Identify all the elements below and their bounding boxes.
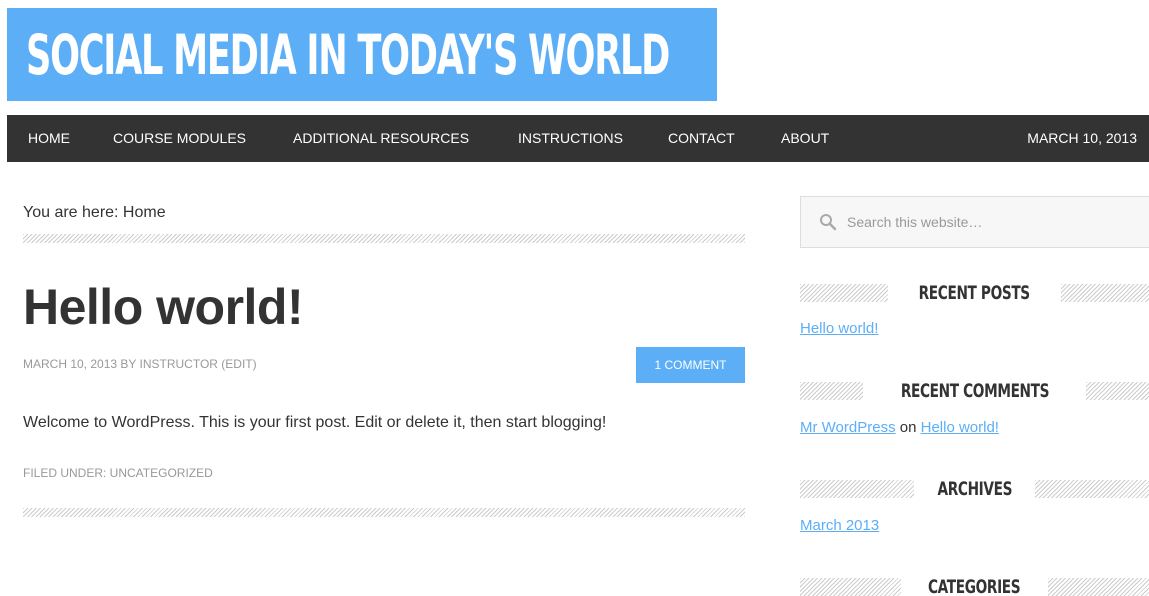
nav-item-additional-resources[interactable]: ADDITIONAL RESOURCES (293, 115, 469, 162)
widget-hatch (800, 284, 889, 302)
widget-title-categories: CATEGORIES (800, 575, 1149, 596)
widget-title-text: CATEGORIES (928, 576, 1021, 596)
comments-button[interactable]: 1 COMMENT (636, 347, 745, 383)
breadcrumb: You are here: Home (23, 204, 166, 221)
post-meta: MARCH 10, 2013 BY INSTRUCTOR (EDIT) (23, 357, 257, 371)
recent-post-link[interactable]: Hello world! (800, 320, 878, 337)
nav-item-about[interactable]: ABOUT (781, 115, 829, 162)
post-content: Welcome to WordPress. This is your first… (23, 414, 607, 431)
widget-title-text: RECENT POSTS (918, 282, 1031, 304)
recent-post-item: Hello world! (800, 320, 878, 337)
main-nav: HOME COURSE MODULES ADDITIONAL RESOURCES… (7, 115, 1149, 162)
comment-author-link[interactable]: Mr WordPress (800, 419, 896, 436)
nav-item-course-modules[interactable]: COURSE MODULES (113, 115, 246, 162)
post-categories: FILED UNDER: UNCATEGORIZED (23, 466, 213, 480)
widget-hatch (800, 480, 914, 498)
widget-hatch (1060, 284, 1149, 302)
widget-hatch (1035, 480, 1149, 498)
widget-title-archives: ARCHIVES (800, 477, 1149, 501)
search-input[interactable] (847, 197, 1137, 247)
nav-date: MARCH 10, 2013 (1027, 130, 1137, 146)
site-title-banner[interactable]: SOCIAL MEDIA IN TODAY'S WORLD (7, 8, 717, 101)
comment-post-link[interactable]: Hello world! (921, 419, 999, 436)
widget-title-text: ARCHIVES (937, 478, 1012, 500)
widget-hatch (800, 578, 902, 596)
archive-item: March 2013 (800, 517, 879, 534)
post-title[interactable]: Hello world! (23, 278, 304, 336)
search-form (800, 196, 1149, 248)
comment-on-text: on (899, 419, 917, 436)
recent-comment-item: Mr WordPress on Hello world! (800, 419, 999, 436)
post-divider (23, 508, 745, 517)
widget-hatch (800, 382, 863, 400)
nav-item-contact[interactable]: CONTACT (668, 115, 735, 162)
search-icon (820, 214, 837, 231)
widget-hatch (1047, 578, 1149, 596)
widget-hatch (1086, 382, 1149, 400)
breadcrumb-divider (23, 234, 745, 243)
nav-item-instructions[interactable]: INSTRUCTIONS (518, 115, 623, 162)
archive-link[interactable]: March 2013 (800, 517, 879, 534)
widget-title-recent-comments: RECENT COMMENTS (800, 379, 1149, 403)
site-title[interactable]: SOCIAL MEDIA IN TODAY'S WORLD (26, 23, 670, 87)
nav-item-home[interactable]: HOME (28, 115, 70, 162)
widget-title-text: RECENT COMMENTS (900, 380, 1049, 402)
widget-title-recent-posts: RECENT POSTS (800, 281, 1149, 305)
page: SOCIAL MEDIA IN TODAY'S WORLD HOME COURS… (0, 0, 1149, 596)
